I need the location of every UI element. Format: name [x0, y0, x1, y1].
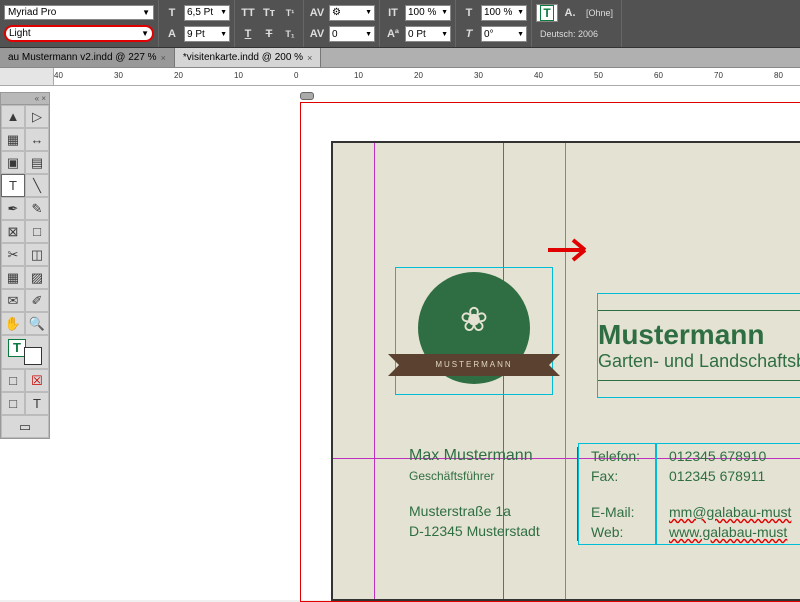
title-text-frame[interactable]: Mustermann Garten- und Landschaftsb: [597, 293, 800, 398]
panel-collapse-icon[interactable]: « ×: [1, 93, 49, 105]
fill-swatch[interactable]: T: [536, 4, 558, 22]
formatting-container-tool[interactable]: □: [1, 392, 25, 415]
font-size-icon: T: [163, 4, 181, 22]
direct-selection-tool[interactable]: ▷: [25, 105, 49, 128]
fill-stroke-swatch[interactable]: T: [1, 335, 49, 369]
formatting-text-tool[interactable]: T: [25, 392, 49, 415]
char-style-icon: A.: [561, 4, 579, 22]
arrow-annotation: [543, 235, 603, 265]
baseline-input[interactable]: 0 Pt▼: [405, 26, 451, 42]
guide[interactable]: [374, 143, 375, 599]
email-value: mm@galabau-must: [669, 504, 791, 520]
tools-panel: « × ▲ ▷ ▦ ↔ ▣ ▤ T ╲ ✒ ✎ ⊠ □ ✂ ◫ ▦ ▨ ✉ ✐ …: [0, 92, 50, 439]
rotation-input[interactable]: 0°▼: [481, 26, 527, 42]
all-caps-icon[interactable]: TT: [239, 4, 257, 22]
font-style-select[interactable]: Light▼: [4, 25, 154, 42]
superscript-icon[interactable]: T¹: [281, 4, 299, 22]
skew-icon: T: [460, 25, 478, 43]
vscale-input[interactable]: 100 %▼: [405, 5, 451, 21]
leading-input[interactable]: 9 Pt▼: [184, 26, 230, 42]
person-name: Max Mustermann: [409, 447, 565, 465]
zoom-tool[interactable]: 🔍: [25, 312, 49, 335]
tracking-icon: AV: [308, 25, 326, 43]
kerning-icon: AV: [308, 4, 326, 22]
company-name: Mustermann: [598, 319, 800, 351]
note-tool[interactable]: ✉: [1, 289, 25, 312]
bleed-frame: ❀ MUSTERMANN Mustermann Garten- und Land…: [300, 102, 800, 602]
leading-icon: A: [163, 25, 181, 43]
small-caps-icon[interactable]: Tᴛ: [260, 4, 278, 22]
page-tool[interactable]: ▦: [1, 128, 25, 151]
document-canvas[interactable]: ❀ MUSTERMANN Mustermann Garten- und Land…: [280, 86, 800, 600]
logo-banner: MUSTERMANN: [404, 354, 544, 376]
rectangle-tool[interactable]: □: [25, 220, 49, 243]
gradient-swatch-tool[interactable]: ▦: [1, 266, 25, 289]
contact-block: Max Mustermann Geschäftsführer Musterstr…: [397, 443, 800, 545]
gap-tool[interactable]: ↔: [25, 128, 49, 151]
person-role: Geschäftsführer: [409, 469, 565, 483]
apply-color-tool[interactable]: □: [1, 369, 25, 392]
phone-value: 012345 678910: [669, 448, 791, 464]
font-family-select[interactable]: Myriad Pro▼: [4, 5, 154, 20]
content-placer-tool[interactable]: ▤: [25, 151, 49, 174]
control-panel: Myriad Pro▼ Light▼ T 6,5 Pt▼ A 9 Pt▼ TT …: [0, 0, 800, 48]
scissors-tool[interactable]: ✂: [1, 243, 25, 266]
baseline-icon: Aª: [384, 25, 402, 43]
content-collector-tool[interactable]: ▣: [1, 151, 25, 174]
selection-tool[interactable]: ▲: [1, 105, 25, 128]
pen-tool[interactable]: ✒: [1, 197, 25, 220]
hscale-icon: T: [460, 4, 478, 22]
apply-none-tool[interactable]: ☒: [25, 369, 49, 392]
street: Musterstraße 1a: [409, 503, 565, 519]
type-tool[interactable]: T: [1, 174, 25, 197]
eyedropper-tool[interactable]: ✐: [25, 289, 49, 312]
hscale-input[interactable]: 100 %▼: [481, 5, 527, 21]
kerning-input[interactable]: ⚙▼: [329, 5, 375, 21]
phone-column[interactable]: Telefon: Fax: E-Mail: Web:: [578, 443, 656, 545]
char-style-label[interactable]: [Ohne]: [582, 8, 617, 18]
pencil-tool[interactable]: ✎: [25, 197, 49, 220]
language-label[interactable]: Deutsch: 2006: [536, 29, 602, 39]
font-size-input[interactable]: 6,5 Pt▼: [184, 5, 230, 21]
rectangle-frame-tool[interactable]: ⊠: [1, 220, 25, 243]
logo-frame[interactable]: ❀ MUSTERMANN: [395, 267, 553, 395]
fax-value: 012345 678911: [669, 468, 791, 484]
name-column[interactable]: Max Mustermann Geschäftsführer Musterstr…: [397, 443, 577, 545]
tab-doc-1[interactable]: au Mustermann v2.indd @ 227 %×: [0, 48, 175, 67]
horizontal-ruler[interactable]: 4030201001020304050607080: [0, 68, 800, 86]
spread-handle[interactable]: [300, 92, 314, 100]
tracking-input[interactable]: 0▼: [329, 26, 375, 42]
city: D-12345 Musterstadt: [409, 523, 565, 539]
value-column[interactable]: 012345 678910 012345 678911 mm@galabau-m…: [656, 443, 800, 545]
vscale-icon: IT: [384, 4, 402, 22]
page-frame: ❀ MUSTERMANN Mustermann Garten- und Land…: [331, 141, 800, 601]
subscript-icon[interactable]: T₁: [281, 25, 299, 43]
close-icon[interactable]: ×: [307, 53, 312, 63]
company-subtitle: Garten- und Landschaftsb: [598, 351, 800, 372]
hand-tool[interactable]: ✋: [1, 312, 25, 335]
tree-icon: ❀: [460, 300, 489, 340]
tab-doc-2[interactable]: *visitenkarte.indd @ 200 %×: [175, 48, 321, 67]
gradient-feather-tool[interactable]: ▨: [25, 266, 49, 289]
close-icon[interactable]: ×: [161, 53, 166, 63]
strikethrough-icon[interactable]: T: [260, 25, 278, 43]
free-transform-tool[interactable]: ◫: [25, 243, 49, 266]
line-tool[interactable]: ╲: [25, 174, 49, 197]
document-tabs: au Mustermann v2.indd @ 227 %× *visitenk…: [0, 48, 800, 68]
underline-icon[interactable]: T: [239, 25, 257, 43]
view-mode-tool[interactable]: ▭: [1, 415, 49, 438]
web-value: www.galabau-must: [669, 524, 791, 540]
